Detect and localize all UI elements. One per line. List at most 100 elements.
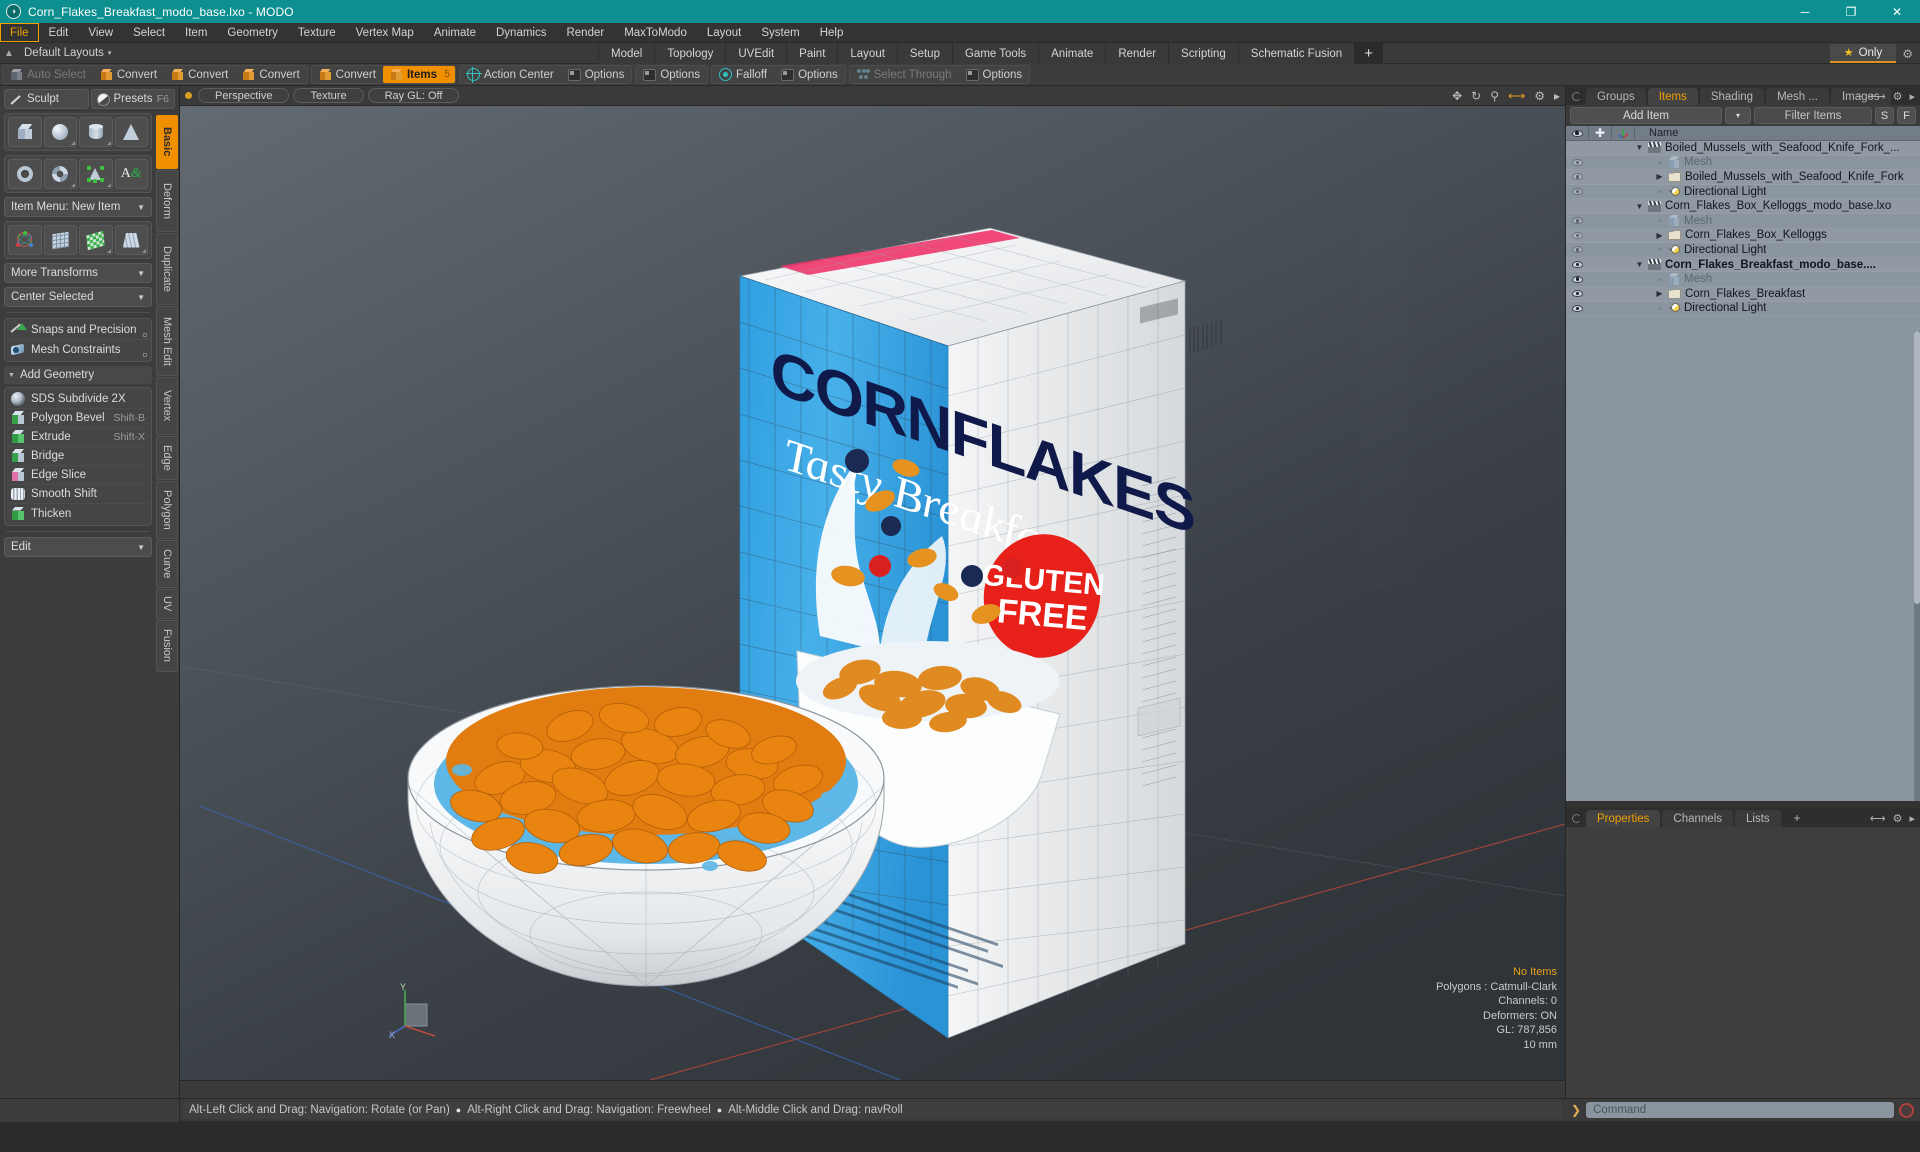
command-input[interactable]: Command: [1586, 1102, 1894, 1118]
text-primitive-button[interactable]: A&: [114, 159, 148, 189]
expand-icon[interactable]: ⟷: [1870, 90, 1886, 103]
vtab-vertex[interactable]: Vertex: [156, 377, 178, 435]
convert-button-3[interactable]: Convert: [235, 66, 306, 83]
vtab-fusion[interactable]: Fusion: [156, 620, 178, 672]
bridge-row[interactable]: Bridge: [7, 447, 149, 466]
cube-primitive-button[interactable]: [8, 117, 42, 147]
add-tab-button[interactable]: +: [1856, 91, 1862, 103]
auto-select-button[interactable]: Auto Select: [3, 66, 93, 83]
row-visibility-toggle[interactable]: [1566, 158, 1589, 166]
extrude-row[interactable]: Extrude Shift-X: [7, 428, 149, 447]
properties-content[interactable]: [1566, 827, 1920, 1098]
thicken-row[interactable]: Thicken: [7, 504, 149, 523]
gear-icon[interactable]: ⚙: [1534, 89, 1545, 103]
chevron-right-icon[interactable]: ▶: [1655, 172, 1664, 181]
menu-edit[interactable]: Edit: [39, 23, 79, 42]
gear-icon[interactable]: ⚙: [1902, 47, 1913, 61]
add-item-caret[interactable]: ▾: [1725, 107, 1751, 124]
item-list-scrollbar[interactable]: [1914, 331, 1920, 801]
select-through-button[interactable]: Select Through: [850, 66, 959, 83]
vtab-basic[interactable]: Basic: [156, 115, 178, 169]
sculpt-button[interactable]: Sculpt: [4, 89, 89, 109]
gear-icon[interactable]: ⚙: [1893, 90, 1903, 103]
sds-subdivide-row[interactable]: SDS Subdivide 2X: [7, 390, 149, 409]
default-layouts-dropdown[interactable]: Default Layouts ▾: [18, 47, 117, 59]
layout-tab-render[interactable]: Render: [1105, 43, 1170, 64]
torus-primitive-button[interactable]: [8, 159, 42, 189]
vtab-curve[interactable]: Curve: [156, 540, 178, 588]
menu-system[interactable]: System: [751, 23, 809, 42]
cone-primitive-button[interactable]: [114, 117, 148, 147]
tab-shading[interactable]: Shading: [1699, 88, 1765, 105]
item-menu-dropdown[interactable]: Item Menu: New Item ▼: [4, 197, 152, 217]
action-center-options-button[interactable]: Options: [561, 66, 632, 83]
menu-vertex-map[interactable]: Vertex Map: [346, 23, 424, 42]
options-button-2[interactable]: Options: [636, 66, 707, 83]
add-item-button[interactable]: Add Item: [1570, 107, 1722, 124]
menu-item[interactable]: Item: [175, 23, 217, 42]
tab-lists[interactable]: Lists: [1735, 810, 1781, 827]
options-flag-icon[interactable]: [143, 333, 147, 337]
items-mode-button[interactable]: Items 5: [382, 66, 455, 83]
menu-view[interactable]: View: [78, 23, 123, 42]
mesh-constraints-row[interactable]: Mesh Constraints: [7, 340, 149, 359]
filter-f-button[interactable]: F: [1897, 107, 1916, 124]
menu-help[interactable]: Help: [810, 23, 854, 42]
tab-properties[interactable]: Properties: [1586, 810, 1661, 827]
tab-channels[interactable]: Channels: [1662, 810, 1734, 827]
vtab-mesh-edit[interactable]: Mesh Edit: [156, 306, 178, 376]
add-layout-tab-button[interactable]: +: [1354, 43, 1383, 64]
table-row[interactable]: ▼ Boiled_Mussels_with_Seafood_Knife_Fork…: [1566, 141, 1920, 156]
viewport-indicator-icon[interactable]: [185, 92, 192, 99]
convert-button-1[interactable]: Convert: [93, 66, 164, 83]
layout-tab-scripting[interactable]: Scripting: [1168, 43, 1239, 64]
menu-geometry[interactable]: Geometry: [217, 23, 288, 42]
falloff-button[interactable]: Falloff: [712, 66, 774, 83]
record-icon[interactable]: [1899, 1102, 1914, 1118]
tab-groups[interactable]: Groups: [1586, 88, 1646, 105]
menu-dynamics[interactable]: Dynamics: [486, 23, 556, 42]
row-visibility-toggle[interactable]: [1566, 246, 1589, 254]
edge-slice-row[interactable]: Edge Slice: [7, 466, 149, 485]
maximize-button[interactable]: ❐: [1828, 0, 1874, 23]
layout-tab-setup[interactable]: Setup: [896, 43, 953, 64]
tab-mesh[interactable]: Mesh ...: [1766, 88, 1829, 105]
spiral-primitive-button[interactable]: [43, 159, 77, 189]
chevron-down-icon[interactable]: ▼: [1635, 260, 1644, 269]
layout-tab-schematic-fusion[interactable]: Schematic Fusion: [1237, 43, 1356, 64]
sphere-primitive-button[interactable]: [43, 117, 77, 147]
menu-layout[interactable]: Layout: [697, 23, 752, 42]
row-visibility-toggle[interactable]: [1566, 275, 1589, 283]
center-selected-dropdown[interactable]: Center Selected ▼: [4, 287, 152, 307]
presets-button[interactable]: Presets F6: [90, 89, 175, 109]
arrow-right-icon[interactable]: ▸: [1909, 812, 1915, 825]
more-transforms-dropdown[interactable]: More Transforms ▼: [4, 263, 152, 283]
polygon-primitive-button[interactable]: [79, 159, 113, 189]
viewport-perspective-dropdown[interactable]: Perspective: [198, 88, 290, 103]
viewport-shading-dropdown[interactable]: Texture: [293, 88, 364, 103]
viewport-canvas[interactable]: CORNFLAKES Tasty Breakfast GLUTEN FREE Y…: [180, 106, 1565, 1080]
table-row[interactable]: ▪ Directional Light: [1566, 185, 1920, 200]
layout-tab-animate[interactable]: Animate: [1038, 43, 1107, 64]
rotate-icon[interactable]: ↻: [1471, 89, 1481, 103]
filter-s-button[interactable]: S: [1875, 107, 1894, 124]
item-list-empty-area[interactable]: [1566, 316, 1920, 801]
table-row[interactable]: ▶ Boiled_Mussels_with_Seafood_Knife_Fork: [1566, 170, 1920, 185]
arrow-right-icon[interactable]: ▸: [1554, 89, 1560, 103]
layout-tab-paint[interactable]: Paint: [786, 43, 839, 64]
viewport-raygl-dropdown[interactable]: Ray GL: Off: [367, 88, 460, 103]
vtab-polygon[interactable]: Polygon: [156, 481, 178, 539]
arrow-right-icon[interactable]: ▸: [1909, 90, 1915, 103]
row-visibility-toggle[interactable]: [1566, 304, 1589, 312]
layout-tab-model[interactable]: Model: [598, 43, 656, 64]
menu-file[interactable]: File: [0, 23, 39, 42]
row-visibility-toggle[interactable]: [1566, 290, 1589, 298]
table-row[interactable]: ▪ Mesh: [1566, 214, 1920, 229]
panel-menu-icon[interactable]: [1572, 92, 1581, 101]
edit-dropdown[interactable]: Edit ▼: [4, 537, 152, 557]
layout-tab-uvedit[interactable]: UVEdit: [725, 43, 788, 64]
menu-texture[interactable]: Texture: [288, 23, 346, 42]
chevron-down-icon[interactable]: ▼: [1635, 202, 1644, 211]
fit-icon[interactable]: ⟷: [1508, 89, 1525, 103]
table-row[interactable]: ▼ Corn_Flakes_Box_Kelloggs_modo_base.lxo: [1566, 199, 1920, 214]
